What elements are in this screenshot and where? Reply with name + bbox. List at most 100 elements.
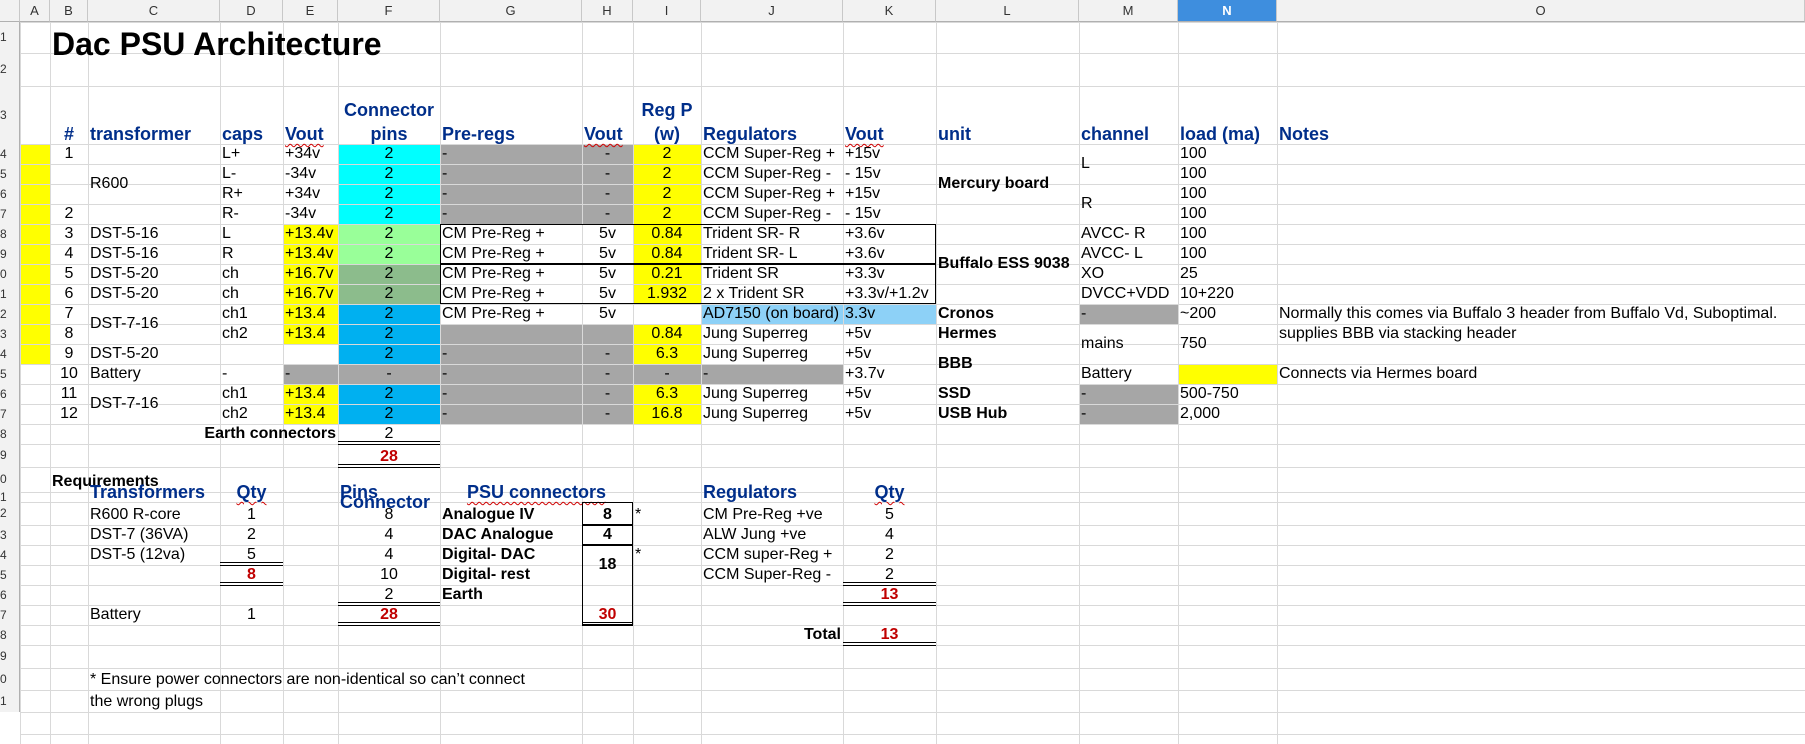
regp-cell: 6.3 (655, 385, 679, 402)
row-header[interactable]: 1 (0, 22, 20, 53)
psu-qty-box (582, 545, 633, 625)
column-header-k[interactable]: K (843, 0, 936, 22)
transformer-cell: DST-5-20 (90, 345, 159, 362)
header-notes: Notes (1279, 124, 1330, 144)
row-gridline (20, 690, 1805, 691)
row-num: 5 (64, 265, 74, 282)
vout-cell: -34v (285, 165, 317, 182)
row-header[interactable]: 2 (0, 502, 20, 525)
row-header[interactable]: 5 (0, 565, 20, 585)
req-transformer-name: R600 R-core (90, 506, 181, 523)
regulator-cell: CCM Super-Reg + (703, 185, 836, 202)
row-header[interactable]: 9 (0, 444, 20, 467)
req-reg-qty-header: Qty (874, 482, 905, 502)
total-line (843, 642, 936, 646)
row-header[interactable]: 0 (0, 264, 20, 284)
row-header[interactable]: 1 (0, 492, 20, 502)
total-line (843, 582, 936, 586)
row-header[interactable]: 4 (0, 344, 20, 364)
vout2-cell: - (604, 205, 611, 222)
req-pins-value: 4 (384, 546, 394, 563)
row-header[interactable]: 3 (0, 525, 20, 545)
vout-cell: +13.4 (285, 305, 326, 322)
load-cell: 100 (1180, 245, 1207, 262)
row-header[interactable]: 0 (0, 467, 20, 492)
req-regulator-qty: 2 (885, 546, 894, 563)
column-header-d[interactable]: D (220, 0, 283, 22)
header-regulators: Regulators (703, 124, 798, 144)
column-header-m[interactable]: M (1079, 0, 1178, 22)
column-header-o[interactable]: O (1277, 0, 1805, 22)
row-header[interactable]: 5 (0, 164, 20, 184)
prereg-cell: CM Pre-Reg + (442, 305, 545, 322)
column-header-c[interactable]: C (88, 0, 220, 22)
row-gridline (20, 467, 1805, 468)
row-num: 8 (64, 325, 74, 342)
column-header-h[interactable]: H (582, 0, 633, 22)
column-header-j[interactable]: J (701, 0, 843, 22)
notes-cell: Connects via Hermes board (1279, 365, 1478, 382)
channel-l: L (1081, 155, 1090, 172)
req-battery-name: Battery (90, 606, 141, 623)
vout3-cell: +5v (845, 385, 872, 402)
header-pins: pins (370, 124, 408, 144)
pins-cell: 2 (384, 405, 394, 422)
transformer-cell: DST-5-16 (90, 225, 159, 242)
caps-cell: L (222, 225, 231, 242)
row-header[interactable]: 4 (0, 545, 20, 565)
footnote-line-1: * Ensure power connectors are non-identi… (90, 671, 525, 688)
column-header-b[interactable]: B (50, 0, 88, 22)
row-header[interactable]: 0 (0, 668, 20, 690)
column-gridline (936, 22, 937, 744)
row-header[interactable]: 5 (0, 364, 20, 384)
row-header[interactable]: 3 (0, 324, 20, 344)
load-cell: 500-750 (1180, 385, 1239, 402)
row-header[interactable]: 8 (0, 625, 20, 645)
req-psu-name: DAC Analogue (442, 526, 554, 543)
column-header-a[interactable]: A (20, 0, 50, 22)
row-header[interactable]: 7 (0, 204, 20, 224)
column-header-g[interactable]: G (440, 0, 582, 22)
row-header[interactable]: 6 (0, 184, 20, 204)
row-header[interactable]: 9 (0, 244, 20, 264)
load-cell: 100 (1180, 145, 1207, 162)
row-num: 1 (64, 145, 74, 162)
column-header-n[interactable]: N (1178, 0, 1277, 22)
total-line (338, 602, 440, 606)
req-psu-star: * (635, 506, 642, 523)
row-header[interactable]: 8 (0, 224, 20, 244)
row-header[interactable]: 1 (0, 284, 20, 304)
regp-cell: 6.3 (655, 345, 679, 362)
row-header[interactable]: 7 (0, 404, 20, 424)
header-vout: Vout (285, 124, 324, 144)
row-header[interactable]: 2 (0, 53, 20, 86)
row-num: 11 (60, 385, 78, 402)
row-header[interactable]: 6 (0, 585, 20, 605)
req-regulator-name: CM Pre-Reg +ve (703, 506, 823, 523)
row-gridline (20, 22, 1805, 23)
row-header[interactable]: 6 (0, 384, 20, 404)
req-qty-header: Qty (236, 482, 267, 502)
row-header[interactable]: 4 (0, 144, 20, 164)
spreadsheet[interactable]: ABCDEFGHIJKLMNO1234567890123456789012345… (0, 0, 1805, 744)
row-header[interactable]: 8 (0, 424, 20, 444)
select-all-corner[interactable] (0, 0, 20, 22)
row-header[interactable]: 3 (0, 86, 20, 144)
column-gridline (50, 22, 51, 744)
regulator-box (440, 224, 936, 264)
vout2-cell: - (604, 145, 611, 162)
header-vout2: Vout (584, 124, 623, 144)
column-header-e[interactable]: E (283, 0, 338, 22)
row-header[interactable]: 1 (0, 690, 20, 712)
cell-fill (1178, 364, 1277, 384)
row-header[interactable]: 9 (0, 645, 20, 668)
row-header[interactable]: 7 (0, 605, 20, 625)
column-header-f[interactable]: F (338, 0, 440, 22)
column-gridline (88, 22, 89, 744)
column-header-l[interactable]: L (936, 0, 1079, 22)
vout-cell: +13.4v (285, 245, 334, 262)
channel-cell: - (1081, 405, 1087, 422)
pins-cell: 2 (384, 285, 394, 302)
row-header[interactable]: 2 (0, 304, 20, 324)
column-header-i[interactable]: I (633, 0, 701, 22)
